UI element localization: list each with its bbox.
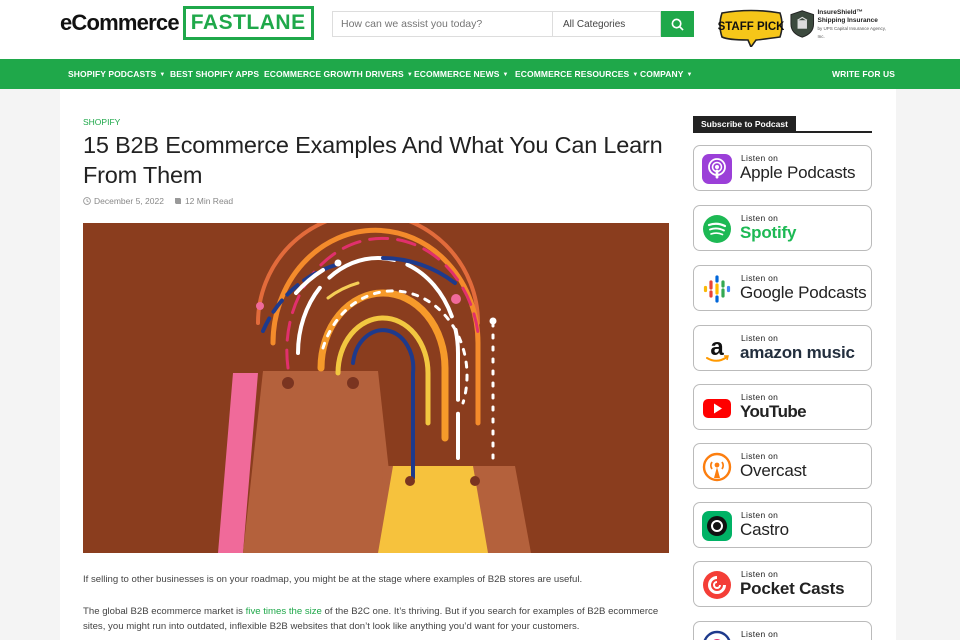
search-input[interactable] — [332, 11, 552, 37]
category-select[interactable]: All Categories — [552, 11, 661, 37]
article-read-time-wrap: 12 Min Read — [174, 196, 233, 206]
article-paragraph-2: The global B2B ecommerce market is five … — [83, 606, 659, 632]
logo-box-text: FASTLANE — [190, 11, 306, 34]
podcast-icon — [703, 630, 731, 640]
svg-text:a: a — [710, 334, 724, 361]
staff-pick-badge[interactable]: STAFF PICK — [718, 9, 785, 49]
nav-ecommerce-growth-drivers[interactable]: ECOMMERCE GROWTH DRIVERS ▼ — [264, 69, 413, 79]
search-bar: All Categories — [332, 11, 694, 37]
podcast-name: Apple Podcasts — [740, 163, 856, 182]
chevron-down-icon: ▼ — [502, 72, 509, 78]
spotify-icon — [703, 215, 731, 243]
nav-company[interactable]: COMPANY ▼ — [640, 69, 693, 79]
staff-pick-text: STAFF PICK — [718, 21, 784, 33]
site-logo[interactable]: eCommerce FASTLANE — [60, 4, 314, 42]
podcast-name: Google Podcasts — [740, 283, 867, 302]
shopping-bags-illustration — [218, 223, 531, 553]
podcast-name: Pocket Casts — [740, 579, 845, 598]
nav-ecommerce-news[interactable]: ECOMMERCE NEWS ▼ — [414, 69, 509, 79]
nav-best-shopify-apps[interactable]: BEST SHOPIFY APPS — [170, 69, 259, 79]
listen-on-label: Listen on — [741, 153, 779, 163]
podcast-spotify-button[interactable]: Listen on Spotify — [693, 205, 872, 251]
book-icon — [174, 198, 181, 204]
subscribe-heading-text: Subscribe to Podcast — [693, 116, 796, 133]
podcast-more-button[interactable]: Listen on — [693, 621, 872, 640]
podcast-pocketcasts-button[interactable]: Listen on Pocket Casts — [693, 561, 872, 607]
podcast-amazon-button[interactable]: a Listen on amazon music — [693, 325, 872, 371]
pocket-casts-icon — [703, 571, 731, 599]
podcast-youtube-button[interactable]: Listen on YouTube — [693, 384, 872, 430]
hero-image — [83, 223, 669, 553]
search-button[interactable] — [661, 11, 694, 37]
article-category[interactable]: SHOPIFY — [83, 117, 120, 127]
nav-shopify-podcasts[interactable]: SHOPIFY PODCASTS ▼ — [68, 69, 165, 79]
listen-on-label: Listen on — [741, 392, 779, 402]
logo-box: FASTLANE — [182, 6, 314, 40]
site-header: eCommerce FASTLANE All Categories STAFF … — [0, 0, 960, 59]
chevron-down-icon: ▼ — [406, 72, 413, 78]
podcast-google-button[interactable]: Listen on Google Podcasts — [693, 265, 872, 311]
chevron-down-icon: ▼ — [686, 72, 693, 78]
castro-icon — [702, 511, 732, 541]
listen-on-label: Listen on — [741, 629, 779, 639]
chevron-down-icon: ▼ — [159, 72, 166, 78]
shield-icon — [790, 10, 815, 38]
main-nav: SHOPIFY PODCASTS ▼ BEST SHOPIFY APPS ECOM… — [0, 59, 960, 89]
insureshield-logo[interactable]: InsureShield™ Shipping Insurance by UPS … — [790, 9, 890, 43]
insure-title: InsureShield™ — [817, 9, 864, 16]
listen-on-label: Listen on — [741, 451, 779, 461]
nav-write-for-us[interactable]: WRITE FOR US — [832, 69, 895, 79]
subscribe-heading: Subscribe to Podcast — [693, 114, 872, 133]
article-meta: December 5, 2022 12 Min Read — [83, 196, 233, 206]
search-icon — [671, 18, 684, 31]
listen-on-label: Listen on — [741, 510, 779, 520]
article-paragraph-1: If selling to other businesses is on you… — [83, 574, 583, 585]
podcast-overcast-button[interactable]: Listen on Overcast — [693, 443, 872, 489]
listen-on-label: Listen on — [741, 273, 779, 283]
article-read-time: 12 Min Read — [184, 196, 234, 206]
insure-small: by UPS Capital Insurance Agency, Inc. — [817, 26, 886, 39]
podcast-name: Overcast — [740, 461, 807, 480]
listen-on-label: Listen on — [741, 213, 779, 223]
clock-icon — [83, 197, 91, 205]
amazon-music-icon: a — [706, 334, 729, 362]
podcast-name: Spotify — [740, 223, 797, 242]
five-times-link[interactable]: five times the size — [246, 606, 322, 617]
insure-subtitle: Shipping Insurance — [817, 17, 878, 24]
listen-on-label: Listen on — [741, 333, 779, 343]
podcast-castro-button[interactable]: Listen on Castro — [693, 502, 872, 548]
podcast-name: Castro — [740, 520, 789, 539]
podcast-name: YouTube — [740, 402, 807, 421]
article-date-wrap: December 5, 2022 — [83, 196, 164, 206]
listen-on-label: Listen on — [741, 569, 779, 579]
chevron-down-icon: ▼ — [632, 72, 639, 78]
google-podcasts-icon — [703, 275, 731, 303]
apple-podcasts-icon — [702, 154, 732, 184]
article-title: 15 B2B Ecommerce Examples And What You C… — [83, 132, 663, 188]
podcast-name: amazon music — [740, 343, 855, 362]
logo-text: eCommerce — [60, 10, 180, 35]
youtube-icon — [703, 399, 731, 418]
nav-ecommerce-resources[interactable]: ECOMMERCE RESOURCES ▼ — [515, 69, 638, 79]
article-date: December 5, 2022 — [94, 196, 164, 206]
podcast-apple-button[interactable]: Listen on Apple Podcasts — [693, 145, 872, 191]
overcast-icon — [702, 452, 732, 482]
